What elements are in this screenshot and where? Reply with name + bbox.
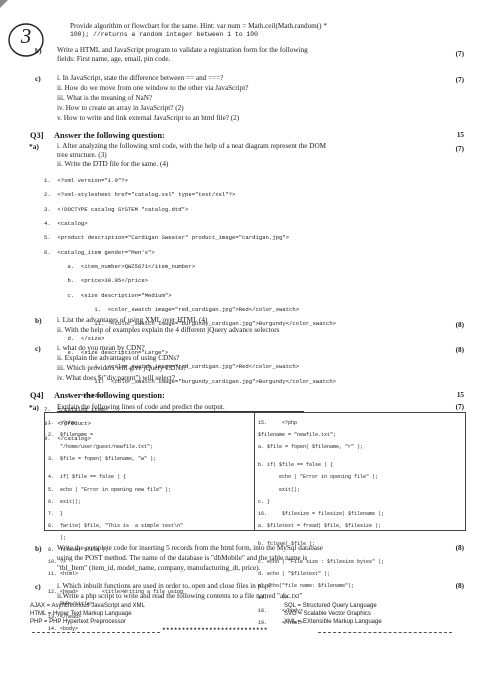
q3-a-marks: (7) <box>455 145 464 153</box>
php-left-line: 8. fwrite( $file, "This is a simple test… <box>48 522 184 529</box>
xml-line: a. <item_number>QWZ5671</item_number> <box>44 263 196 271</box>
q-top-b-label: b) <box>35 46 42 55</box>
php-right-line: 16. $filesize = filesize( $filename ); <box>258 510 385 517</box>
q4-c-label: c) <box>35 582 41 591</box>
q3-a-label: *a) <box>29 142 39 151</box>
xml-line: 6. <catalog_item gender="Men's"> <box>44 248 155 256</box>
php-right-line: a. $filetext = fread( $file, $filesize )… <box>258 522 382 529</box>
php-left-line: 6. exit(); <box>48 498 82 505</box>
intro-line-2: 100); //returns a random integer between… <box>70 31 258 38</box>
php-left-line: 7. } <box>48 510 64 517</box>
circled-number-text: 3 <box>20 24 32 48</box>
php-right-line: c. } <box>258 498 271 505</box>
q3-b-marks: (8) <box>455 321 464 329</box>
q3-c-line-1: i. what do you mean by CDN? <box>57 344 145 352</box>
q3-heading-label: Q3] <box>30 131 44 140</box>
php-right-line: a. $file = fopen( $filename, "r" ); <box>258 444 364 451</box>
q-top-c-label: c) <box>35 74 41 83</box>
q4-b-marks: (8) <box>455 544 464 552</box>
xml-line: 1. <?xml version="1.0"?> <box>44 177 128 185</box>
php-left-line: 3. $file = fopen( $filename, "w" ); <box>48 456 157 463</box>
abbreviation-item: PHP = PHP Hypertext Preprocessor <box>30 619 126 626</box>
q-top-b-line-2: fields: First name, age, email, pin code… <box>57 55 171 63</box>
q3-a-line-2: tree structure. (3) <box>57 151 107 159</box>
intro-line-1: Provide algorithm or flowchart for the s… <box>70 22 327 30</box>
php-right-line: b. if( $file == false ) { <box>258 462 334 469</box>
q-top-c-line-2: ii. How do we move from one window to th… <box>57 84 249 92</box>
php-right-line: echo ( "Error in opening file" ); <box>258 474 379 481</box>
q-top-c-line-3: iii. What is the meaning of NaN? <box>57 94 153 102</box>
q3-b-label: b) <box>35 316 42 325</box>
q4-c-marks: (8) <box>455 582 464 590</box>
php-right-line: d. echo ( "$filetext" ); <box>258 571 331 578</box>
q4-b-line-3: "tbl_Item" (item_id, model_name, company… <box>57 564 261 572</box>
q3-c-line-4: iv. What does $("div.parent") will selec… <box>57 374 175 382</box>
end-marker: *************************** <box>162 627 268 634</box>
php-right-line: exit(); <box>258 486 301 493</box>
xml-line: 4. <catalog> <box>44 220 88 228</box>
php-left-line: 4. if( $file == false ) { <box>48 474 127 481</box>
q4-a-marks: (7) <box>455 403 464 411</box>
q4-a-label: *a) <box>29 403 39 412</box>
q4-marks-total: 15 <box>456 391 464 399</box>
q4-heading-label: Q4] <box>30 391 44 400</box>
q4-c-line-1: i. Which inbuilt functions are used in o… <box>57 582 272 590</box>
php-right-line: 15. <?php <box>258 420 298 427</box>
php-left-line: ); <box>48 534 67 541</box>
xml-line: 5. <product description="Cardigan Sweate… <box>44 234 290 242</box>
page-corner-fold <box>0 0 8 8</box>
end-dashed-line-right <box>318 632 452 633</box>
xml-line: 3. <!DOCTYPE catalog SYSTEM "catalog.dtd… <box>44 205 189 213</box>
php-code-table-divider <box>254 413 255 530</box>
abbreviation-item: SVG = Scalable Vector Graphics <box>284 611 371 618</box>
q3-a-line-1: i. After analyzing the following xml cod… <box>57 142 327 150</box>
q-top-c-line-5: v. How to write and link external JavaSc… <box>57 114 240 122</box>
q3-marks-total: 15 <box>456 131 464 139</box>
q3-b-line-1: i. List the advantages of using XML over… <box>57 316 208 324</box>
q3-c-label: c) <box>35 344 41 353</box>
q4-b-line-2: using the POST method. The name of the d… <box>57 554 308 562</box>
xml-line: 2. <?xml-stylesheet href="catalog.xsl" t… <box>44 191 236 199</box>
q-top-b-marks: (7) <box>455 50 464 58</box>
abbreviation-item: XML = EXtensible Markup Language <box>284 619 382 626</box>
q3-b-line-2: ii. With the help of examples explain th… <box>57 326 280 334</box>
abbreviation-item: SQL = Structured Query Language <box>284 603 377 609</box>
php-left-line: 2. $filename = <box>48 432 94 439</box>
q3-c-marks: (8) <box>455 346 464 354</box>
xml-line: b. <price>39.95</price> <box>44 277 149 285</box>
q3-c-line-2: ii. Explain the advantages of using CDNs… <box>57 354 180 362</box>
php-left-line: 1. <?php <box>48 420 76 427</box>
php-right-line: $filename = "newfile.txt"; <box>258 432 337 439</box>
q4-heading: Answer the following question: <box>54 391 165 400</box>
abbreviations-left: AJAX = Asynchronous JavaScript and XML H… <box>30 602 145 626</box>
php-code-table: 1. <?php 2. $filename = "/home/user/gues… <box>44 412 466 632</box>
xml-line: i. <color_swatch image="red_cardigan.jpg… <box>44 305 300 313</box>
abbreviations-right: SQL = Structured Query Language SVG = Sc… <box>284 602 382 626</box>
q-top-c-line-4: iv. How to create an array in JavaScript… <box>57 104 184 112</box>
xml-line: c. <size description="Medium"> <box>44 291 172 299</box>
q4-b-line-1: Write the complete code for inserting 5 … <box>57 544 323 552</box>
end-dashed-line-left <box>32 632 160 633</box>
php-left-line: 5. echo ( "Error in opening new file" ); <box>48 486 172 493</box>
php-right-line: e. echo("file name: $filename"); <box>258 583 355 590</box>
q-top-b-line-1: Write a HTML and JavaScript program to v… <box>57 46 308 54</box>
q3-heading: Answer the following question: <box>54 131 165 140</box>
abbreviation-item: AJAX = Asynchronous JavaScript and XML <box>30 603 145 609</box>
q4-c-line-2: ii.Write a php script to write and read … <box>57 592 303 600</box>
q3-c-line-3: iii. Which providers will give jQuery CD… <box>57 364 187 372</box>
q-top-c-line-1: i. In JavaScript, state the difference b… <box>57 74 224 82</box>
abbreviation-item: HTML = Hyper Text Markup Language <box>30 611 132 618</box>
q4-b-label: b) <box>35 544 42 553</box>
xml-line: d. </size> <box>44 334 105 342</box>
q-top-c-marks: (7) <box>455 76 464 84</box>
php-left-line: "/home/user/guest/newfile.txt"; <box>48 444 154 451</box>
q3-a-line-3: ii. Write the DTD file for the same. (4) <box>57 160 169 168</box>
